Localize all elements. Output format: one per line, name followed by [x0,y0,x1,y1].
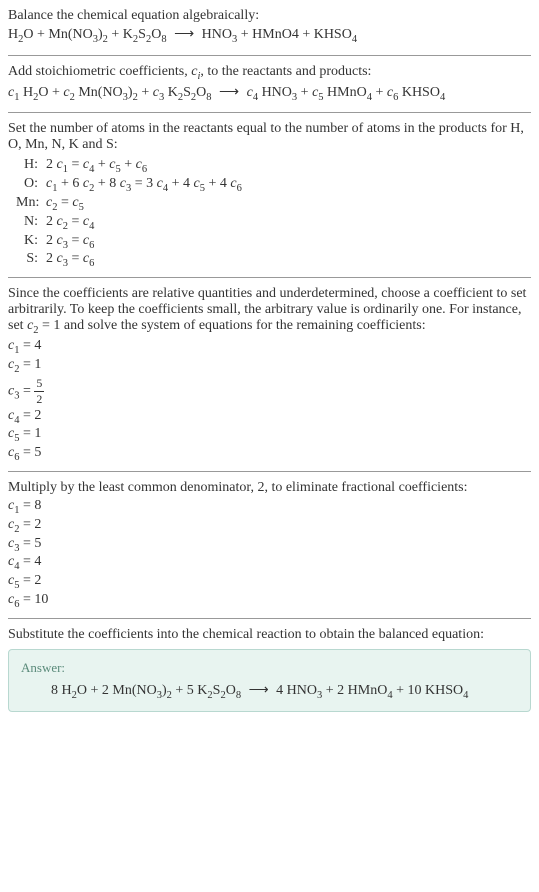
divider [8,112,531,113]
coef-row: c4 = 4 [8,554,531,572]
frac-den: 2 [34,392,44,407]
coef-row: c4 = 2 [8,408,531,426]
answer-label: Answer: [21,660,518,676]
atom-row: K: 2 c3 = c6 [16,233,531,251]
coef-row: c5 = 2 [8,573,531,591]
coef-row: c6 = 10 [8,592,531,610]
atom-row: H: 2 c1 = c4 + c5 + c6 [16,157,531,175]
atom-row: Mn: c2 = c5 [16,195,531,213]
coef-val: 8 [34,498,41,513]
frac-num: 5 [34,376,44,392]
coef-val: 4 [34,554,41,569]
stoich-equation: c1 H2O + c2 Mn(NO3)2 + c3 K2S2O8 ⟶ c4 HN… [8,84,531,103]
atom-label: Mn: [16,195,46,211]
atom-row: O: c1 + 6 c2 + 8 c3 = 3 c4 + 4 c5 + 4 c6 [16,176,531,194]
coef-val: 4 [34,338,41,353]
answer-equation: 8 H2O + 2 Mn(NO3)2 + 5 K2S2O8 ⟶ 4 HNO3 +… [21,682,518,701]
coef-val: 2 [34,408,41,423]
fraction: 52 [34,376,44,407]
atom-eq: c2 = c5 [46,195,84,213]
coef-val: 1 [34,426,41,441]
coef-val: 1 [34,357,41,372]
divider [8,55,531,56]
intro-section: Balance the chemical equation algebraica… [8,8,531,45]
atom-equations: H: 2 c1 = c4 + c5 + c6 O: c1 + 6 c2 + 8 … [16,157,531,269]
solve1-section: Since the coefficients are relative quan… [8,286,531,463]
coef-row: c2 = 2 [8,517,531,535]
coef-val: 5 [34,445,41,460]
divider [8,618,531,619]
stoich-text: Add stoichiometric coefficients, ci, to … [8,64,531,82]
atom-eq: c1 + 6 c2 + 8 c3 = 3 c4 + 4 c5 + 4 c6 [46,176,242,194]
coef-val: 10 [34,592,48,607]
coef-list: c1 = 4 c2 = 1 c3 = 52 c4 = 2 c5 = 1 c6 =… [8,338,531,463]
final-intro: Substitute the coefficients into the che… [8,627,531,643]
atom-eq: 2 c3 = c6 [46,251,94,269]
coef-row: c6 = 5 [8,445,531,463]
coef-row: c1 = 4 [8,338,531,356]
intro-text: Balance the chemical equation algebraica… [8,8,531,24]
atom-row: N: 2 c2 = c4 [16,214,531,232]
final-section: Substitute the coefficients into the che… [8,627,531,712]
atom-label: H: [16,157,46,173]
stoich-section: Add stoichiometric coefficients, ci, to … [8,64,531,103]
divider [8,471,531,472]
atom-eq: 2 c1 = c4 + c5 + c6 [46,157,147,175]
divider [8,277,531,278]
coef-row: c1 = 8 [8,498,531,516]
intro-equation: H2O + Mn(NO3)2 + K2S2O8 ⟶ HNO3 + HMnO4 +… [8,26,531,45]
solve2-intro: Multiply by the least common denominator… [8,480,531,496]
atoms-section: Set the number of atoms in the reactants… [8,121,531,269]
solve1-intro: Since the coefficients are relative quan… [8,286,531,336]
coef-row: c2 = 1 [8,357,531,375]
coef-row: c5 = 1 [8,426,531,444]
atom-eq: 2 c3 = c6 [46,233,94,251]
coef-row: c3 = 5 [8,536,531,554]
atom-label: O: [16,176,46,192]
answer-box: Answer: 8 H2O + 2 Mn(NO3)2 + 5 K2S2O8 ⟶ … [8,649,531,712]
atom-eq: 2 c2 = c4 [46,214,94,232]
atoms-intro: Set the number of atoms in the reactants… [8,121,531,153]
coef-row: c3 = 52 [8,376,531,407]
atom-row: S: 2 c3 = c6 [16,251,531,269]
solve2-section: Multiply by the least common denominator… [8,480,531,610]
atom-label: S: [16,251,46,267]
atom-label: N: [16,214,46,230]
atom-label: K: [16,233,46,249]
coef-list: c1 = 8 c2 = 2 c3 = 5 c4 = 4 c5 = 2 c6 = … [8,498,531,610]
coef-val: 5 [34,536,41,551]
coef-val: 2 [34,517,41,532]
coef-val: 2 [34,573,41,588]
